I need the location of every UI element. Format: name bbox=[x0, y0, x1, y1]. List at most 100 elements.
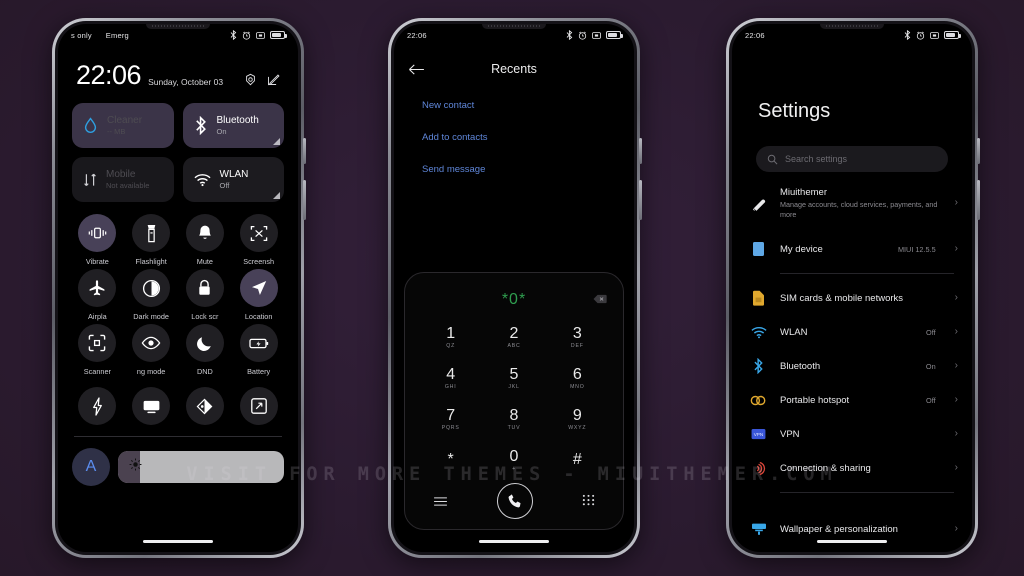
settings-row-bluetooth[interactable]: Bluetooth On › bbox=[732, 349, 972, 383]
qs-dnd[interactable]: DND bbox=[180, 324, 231, 376]
volume-button[interactable] bbox=[977, 180, 980, 220]
key-hash[interactable]: # bbox=[546, 440, 609, 481]
settings-gear-icon[interactable] bbox=[244, 73, 257, 86]
qs-dark-mode[interactable]: Dark mode bbox=[126, 269, 177, 321]
key-5[interactable]: 5 JKL bbox=[482, 358, 545, 399]
key-4[interactable]: 4 GHI bbox=[419, 358, 482, 399]
key-1[interactable]: 1 QZ bbox=[419, 317, 482, 358]
item-name: Wallpaper & personalization bbox=[780, 523, 898, 535]
settings-row-vpn[interactable]: VPN VPN › bbox=[732, 417, 972, 451]
bluetooth-icon bbox=[230, 30, 237, 40]
status-time: 22:06 bbox=[745, 30, 765, 40]
key-digit: 0 bbox=[509, 448, 519, 465]
location-icon bbox=[251, 281, 266, 295]
tile-wlan[interactable]: WLAN Off bbox=[182, 157, 284, 202]
key-2[interactable]: 2 ABC bbox=[482, 317, 545, 358]
settings-row-wlan[interactable]: WLAN Off › bbox=[732, 315, 972, 349]
lock-icon bbox=[199, 279, 211, 295]
key-8[interactable]: 8 TUV bbox=[482, 399, 545, 440]
key-letters: PQRS bbox=[441, 425, 460, 431]
tile-bluetooth[interactable]: Bluetooth On bbox=[182, 103, 284, 148]
qs-lock-screen[interactable]: Lock scr bbox=[180, 269, 231, 321]
action-new-contact[interactable]: New contact bbox=[422, 100, 487, 111]
power-button[interactable] bbox=[303, 138, 306, 164]
key-letters: ABC bbox=[507, 343, 521, 349]
power-button[interactable] bbox=[977, 138, 980, 164]
qs-lightning[interactable] bbox=[72, 387, 123, 425]
key-9[interactable]: 9 WXYZ bbox=[546, 399, 609, 440]
key-letters: GHI bbox=[444, 384, 457, 390]
key-6[interactable]: 6 MNO bbox=[546, 358, 609, 399]
qs-location[interactable]: Location bbox=[233, 269, 284, 321]
cast-icon bbox=[143, 400, 159, 413]
key-star[interactable]: * bbox=[419, 440, 482, 481]
alarm-icon bbox=[578, 31, 587, 40]
eye-icon bbox=[141, 336, 161, 350]
lightning-icon bbox=[92, 396, 102, 416]
qs-airplane[interactable]: Airpla bbox=[72, 269, 123, 321]
qs-label: Lock scr bbox=[191, 312, 219, 321]
settings-row-connection-sharing[interactable]: Connection & sharing › bbox=[732, 451, 972, 485]
qs-flashlight[interactable]: Flashlight bbox=[126, 214, 177, 266]
volume-button[interactable] bbox=[303, 180, 306, 220]
item-name: Portable hotspot bbox=[780, 394, 850, 406]
chevron-right-icon: › bbox=[954, 462, 958, 473]
key-digit: 9 bbox=[572, 407, 582, 424]
settings-row-sim-cards[interactable]: SIM cards & mobile networks › bbox=[732, 281, 972, 315]
key-digit: # bbox=[572, 451, 582, 468]
expand-icon bbox=[250, 398, 267, 414]
menu-icon[interactable] bbox=[433, 496, 448, 507]
home-indicator[interactable] bbox=[817, 539, 887, 543]
qs-reading-contrast[interactable] bbox=[180, 387, 231, 425]
list-divider bbox=[780, 273, 954, 274]
settings-row-account[interactable]: Miuithemer Manage accounts, cloud servic… bbox=[732, 182, 972, 224]
brightness-slider[interactable] bbox=[118, 451, 284, 483]
qs-mute[interactable]: Mute bbox=[180, 214, 231, 266]
qs-label: Flashlight bbox=[135, 257, 167, 266]
flashlight-icon bbox=[147, 224, 155, 242]
settings-row-my-device[interactable]: My device MIUI 12.5.5 › bbox=[732, 232, 972, 266]
qs-cast[interactable] bbox=[126, 387, 177, 425]
qs-battery-saver[interactable]: Battery bbox=[233, 324, 284, 376]
tile-mobile-data[interactable]: Mobile Not available bbox=[72, 157, 174, 202]
phone-dialer: 22:06 Recents New contact Add to contact… bbox=[388, 18, 642, 558]
tile-cleaner[interactable]: Cleaner -- MB bbox=[72, 103, 174, 148]
volume-button[interactable] bbox=[639, 180, 642, 220]
backspace-icon[interactable] bbox=[593, 291, 607, 309]
item-name: WLAN bbox=[780, 326, 808, 338]
keypad-icon[interactable] bbox=[582, 494, 595, 508]
wallpaper-icon bbox=[750, 522, 767, 536]
sun-icon bbox=[129, 458, 142, 476]
alarm-icon bbox=[242, 31, 251, 40]
tile-expand-corner[interactable] bbox=[273, 138, 280, 145]
key-3[interactable]: 3 DEF bbox=[546, 317, 609, 358]
home-indicator[interactable] bbox=[143, 539, 213, 543]
home-indicator[interactable] bbox=[479, 539, 549, 543]
auto-brightness-button[interactable]: A bbox=[72, 448, 110, 486]
key-0[interactable]: 0 + bbox=[482, 440, 545, 481]
qs-expand[interactable] bbox=[233, 387, 284, 425]
call-button[interactable] bbox=[497, 483, 533, 519]
clock-row: 22:06 Sunday, October 03 bbox=[72, 50, 284, 89]
key-digit: 7 bbox=[446, 407, 456, 424]
power-button[interactable] bbox=[639, 138, 642, 164]
back-button[interactable] bbox=[394, 63, 438, 76]
qs-vibrate[interactable]: Vibrate bbox=[72, 214, 123, 266]
phone-call-icon bbox=[508, 494, 521, 508]
qs-reading-mode[interactable]: ng mode bbox=[126, 324, 177, 376]
action-send-message[interactable]: Send message bbox=[422, 164, 487, 175]
search-settings-field[interactable]: Search settings bbox=[756, 146, 948, 172]
settings-row-hotspot[interactable]: Portable hotspot Off › bbox=[732, 383, 972, 417]
chevron-right-icon: › bbox=[954, 523, 958, 534]
qs-screenshot[interactable]: Screensh bbox=[233, 214, 284, 266]
dial-input[interactable]: *0* bbox=[419, 283, 609, 317]
reading-mode-icon bbox=[196, 398, 213, 414]
screenshot-icon bbox=[256, 31, 265, 39]
key-7[interactable]: 7 PQRS bbox=[419, 399, 482, 440]
qs-scanner[interactable]: Scanner bbox=[72, 324, 123, 376]
edit-icon[interactable] bbox=[267, 73, 280, 86]
action-add-to-contacts[interactable]: Add to contacts bbox=[422, 132, 487, 143]
key-letters: + bbox=[512, 466, 516, 472]
tile-expand-corner[interactable] bbox=[273, 192, 280, 199]
bluetooth-icon bbox=[566, 30, 573, 40]
